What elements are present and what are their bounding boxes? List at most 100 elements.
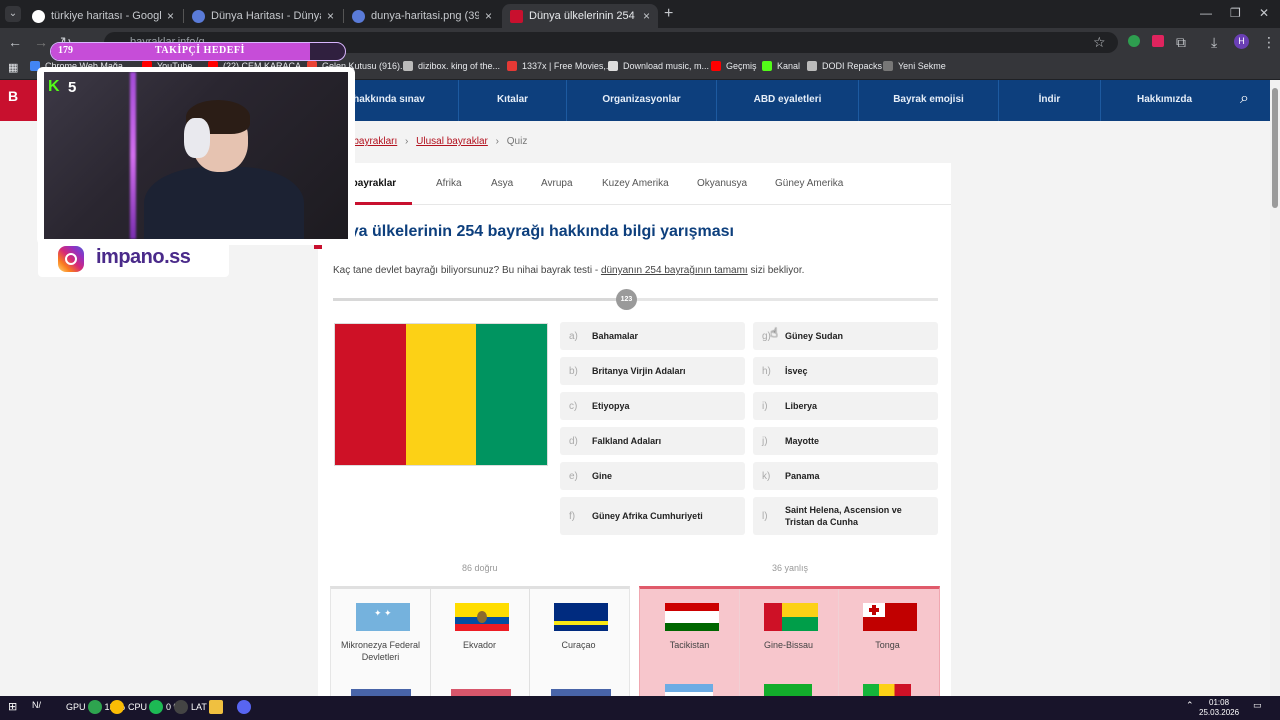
bookmark-label: Download music, m... xyxy=(623,61,710,71)
bookmark-item[interactable]: Yeni Sekme xyxy=(883,61,946,71)
extensions-puzzle-icon[interactable]: ⧉ xyxy=(1176,33,1186,51)
answer-option-e[interactable]: e) Gine xyxy=(560,462,745,490)
taskbar-search[interactable]: N/ xyxy=(32,700,41,710)
lat-monitor: LAT xyxy=(174,700,207,714)
answer-option-g[interactable]: g) Güney Sudan xyxy=(753,322,938,350)
bookmark-star-icon[interactable]: ☆ xyxy=(1093,33,1106,51)
flag-partial xyxy=(665,684,713,696)
close-tab-icon[interactable]: × xyxy=(327,9,334,23)
answered-flag-cell[interactable]: Ekvador xyxy=(430,589,529,664)
answer-option-b[interactable]: b) Britanya Virjin Adaları xyxy=(560,357,745,385)
minimize-icon[interactable]: — xyxy=(1200,6,1212,20)
apps-grid-icon[interactable]: ▦ xyxy=(8,61,18,74)
tab-europe[interactable]: Avrupa xyxy=(541,178,573,189)
nav-flag-emoji[interactable]: Bayrak emojisi xyxy=(858,80,998,121)
site-icon xyxy=(192,9,205,23)
search-icon[interactable]: ⌕ xyxy=(1240,90,1249,108)
answered-flag-cell[interactable]: Gine-Bissau xyxy=(739,589,838,664)
bookmark-favicon-icon xyxy=(762,61,772,71)
kick-logo-icon: K xyxy=(48,78,60,95)
chrome-taskbar-icon[interactable] xyxy=(110,700,127,714)
bookmark-item[interactable]: 1337x | Free Movies,... xyxy=(507,61,613,71)
notification-icon[interactable]: ▭ xyxy=(1253,700,1262,711)
nav-organizations[interactable]: Organizasyonlar xyxy=(566,80,716,121)
tray-chevron-icon[interactable]: ⌃ xyxy=(1186,700,1194,711)
answer-option-c[interactable]: c) Etiyopya xyxy=(560,392,745,420)
answer-option-i[interactable]: i) Liberya xyxy=(753,392,938,420)
nav-about[interactable]: Hakkımızda xyxy=(1100,80,1228,121)
quiz-card: m bayraklar Afrika Asya Avrupa Kuzey Ame… xyxy=(314,163,951,696)
option-text: Etiyopya xyxy=(592,401,630,411)
answer-option-h[interactable]: h) İsveç xyxy=(753,357,938,385)
close-window-icon[interactable]: ✕ xyxy=(1259,6,1269,20)
option-text: Güney Afrika Cumhuriyeti xyxy=(592,511,703,521)
intro-text-end: sizi bekliyor. xyxy=(747,265,805,276)
forward-icon[interactable]: → xyxy=(34,33,48,51)
close-tab-icon[interactable]: × xyxy=(643,9,650,23)
bookmark-item[interactable]: Geçmiş xyxy=(711,61,757,71)
tab-south-america[interactable]: Güney Amerika xyxy=(775,178,843,189)
answer-option-j[interactable]: j) Mayotte xyxy=(753,427,938,455)
progress-bar: 123 xyxy=(333,289,938,310)
browser-tab-2[interactable]: Dünya Haritası - Dünya Siyasi H × xyxy=(184,4,342,28)
answer-option-a[interactable]: a) Bahamalar xyxy=(560,322,745,350)
intro-link[interactable]: dünyanın 254 bayrağının tamamı xyxy=(601,265,748,276)
tab-asia[interactable]: Asya xyxy=(491,178,513,189)
answered-flag-cell[interactable]: Tonga xyxy=(838,589,937,664)
answered-flag-cell[interactable]: Curaçao xyxy=(529,589,628,664)
answer-option-k[interactable]: k) Panama xyxy=(753,462,938,490)
instagram-icon xyxy=(58,246,84,272)
bookmark-item[interactable]: dizibox. king of the... xyxy=(403,61,500,71)
flag-stripe-yellow xyxy=(405,324,477,465)
browser-tab-3[interactable]: dunya-haritasi.png (3904×2551) × xyxy=(344,4,500,28)
breadcrumb-separator: › xyxy=(495,136,499,147)
restore-icon[interactable]: ❐ xyxy=(1230,6,1241,20)
bookmark-item[interactable]: Kanal xyxy=(762,61,800,71)
profile-avatar[interactable]: H xyxy=(1234,34,1249,49)
bookmark-item[interactable]: DODI Repacks xyxy=(807,61,882,71)
tab-north-america[interactable]: Kuzey Amerika xyxy=(602,178,669,189)
app-icon xyxy=(149,700,164,714)
start-windows-icon[interactable]: ⊞ xyxy=(8,700,17,713)
system-clock[interactable]: 01:08 25.03.2026 xyxy=(1199,698,1239,718)
option-letter: l) xyxy=(762,510,768,522)
browser-tab-active[interactable]: Dünya ülkelerinin 254 bayrağı × xyxy=(502,4,658,28)
browser-tab-1[interactable]: türkiye haritası - Google'da Ara × xyxy=(24,4,182,28)
nav-download[interactable]: İndir xyxy=(998,80,1100,121)
nav-label: Bayrak emojisi xyxy=(893,94,964,105)
download-icon[interactable]: ⤓ xyxy=(1211,33,1217,51)
nav-continents[interactable]: Kıtalar xyxy=(458,80,566,121)
option-letter: i) xyxy=(762,400,768,412)
flag-stripe-green xyxy=(476,324,548,465)
quiz-title: nya ülkelerinin 254 bayrağı hakkında bil… xyxy=(340,223,734,240)
extension-icon[interactable] xyxy=(1152,35,1164,47)
tab-africa[interactable]: Afrika xyxy=(436,178,462,189)
scroll-thumb[interactable] xyxy=(1272,88,1278,208)
answer-option-l[interactable]: l) Saint Helena, Ascension ve Tristan da … xyxy=(753,497,938,535)
option-text: Falkland Adaları xyxy=(592,436,662,446)
close-tab-icon[interactable]: × xyxy=(167,9,174,23)
answer-option-d[interactable]: d) Falkland Adaları xyxy=(560,427,745,455)
menu-kebab-icon[interactable]: ⋮ xyxy=(1262,33,1276,51)
app-icon xyxy=(174,700,188,714)
site-logo[interactable]: B xyxy=(0,80,42,121)
discord-taskbar-icon[interactable] xyxy=(237,700,254,714)
back-icon[interactable]: ← xyxy=(8,33,22,51)
answered-flag-cell[interactable]: ✦ ✦ Mikronezya Federal Devletleri xyxy=(331,589,430,664)
answer-option-f[interactable]: f) Güney Afrika Cumhuriyeti xyxy=(560,497,745,535)
lat-label: LAT xyxy=(191,702,207,712)
tab-oceania[interactable]: Okyanusya xyxy=(697,178,747,189)
answered-flag-cell[interactable]: Tacikistan xyxy=(640,589,739,664)
close-tab-icon[interactable]: × xyxy=(485,9,492,23)
breadcrumb-link-national[interactable]: Ulusal bayraklar xyxy=(416,136,488,147)
progress-indicator: 123 xyxy=(615,289,637,310)
nav-us-states[interactable]: ABD eyaletleri xyxy=(716,80,858,121)
tab-search-icon[interactable]: ⌄ xyxy=(5,6,21,22)
bookmark-label: DODI Repacks xyxy=(822,61,883,71)
explorer-taskbar-icon[interactable] xyxy=(209,700,226,714)
option-text: Mayotte xyxy=(785,436,820,446)
bookmark-item[interactable]: Download music, m... xyxy=(608,61,709,71)
page-scrollbar[interactable] xyxy=(1270,80,1280,696)
extension-shield-icon[interactable] xyxy=(1128,35,1140,47)
new-tab-button[interactable]: + xyxy=(664,5,673,23)
